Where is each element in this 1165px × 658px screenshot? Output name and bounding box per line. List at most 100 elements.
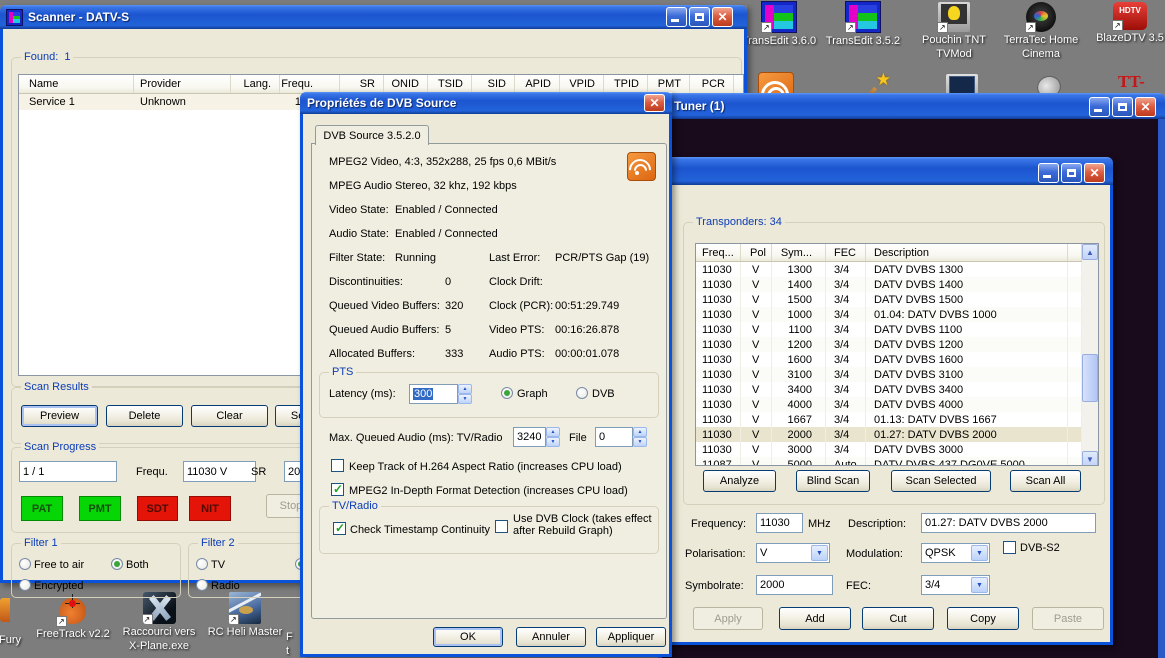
spin-down-icon[interactable]: ▼ xyxy=(633,437,647,447)
analyze-button[interactable]: Analyze xyxy=(703,470,776,492)
column-header[interactable]: VPID xyxy=(560,75,604,93)
column-header[interactable]: PMT xyxy=(648,75,690,93)
minimize-button[interactable] xyxy=(666,7,687,27)
h264-checkbox[interactable] xyxy=(331,459,344,472)
transponder-row[interactable]: 11030V16003/4DATV DVBS 1600 xyxy=(696,352,1098,367)
spin-up-icon[interactable]: ▲ xyxy=(546,427,560,437)
max-queued-stepper[interactable]: ▲▼ xyxy=(546,427,560,447)
column-header[interactable]: Pol xyxy=(741,244,772,261)
chevron-down-icon[interactable]: ▼ xyxy=(811,545,828,561)
minimize-button[interactable] xyxy=(1089,97,1110,117)
minimize-button[interactable] xyxy=(1038,163,1059,183)
column-header[interactable]: APID xyxy=(515,75,560,93)
frequency-field[interactable]: 11030 xyxy=(756,513,803,533)
transponder-row[interactable]: 11030V16673/401.13: DATV DVBS 1667 xyxy=(696,412,1098,427)
transponder-row[interactable]: 11030V20003/401.27: DATV DVBS 2000 xyxy=(696,427,1098,442)
maximize-button[interactable] xyxy=(1112,97,1133,117)
apply-button[interactable]: Apply xyxy=(693,607,763,630)
add-button[interactable]: Add xyxy=(779,607,851,630)
maximize-button[interactable] xyxy=(689,7,710,27)
desktop-icon-terratec[interactable]: TerraTec Home Cinema xyxy=(1001,2,1081,60)
graph-radio[interactable] xyxy=(501,387,513,399)
modulation-select[interactable]: QPSK▼ xyxy=(921,543,990,563)
delete-button[interactable]: Delete xyxy=(106,405,183,427)
spin-down-icon[interactable]: ▼ xyxy=(458,394,472,404)
close-button[interactable]: ✕ xyxy=(1084,163,1105,183)
fec-select[interactable]: 3/4▼ xyxy=(921,575,990,595)
dialog-titlebar[interactable]: Propriétés de DVB Source xyxy=(300,92,672,114)
column-header[interactable]: Frequ. xyxy=(280,75,340,93)
latency-field[interactable]: 300 xyxy=(409,384,458,404)
blind-scan-button[interactable]: Blind Scan xyxy=(796,470,870,492)
dvbclock-checkbox[interactable] xyxy=(495,520,508,533)
copy-button[interactable]: Copy xyxy=(947,607,1019,630)
chevron-down-icon[interactable]: ▼ xyxy=(971,577,988,593)
both-radio[interactable] xyxy=(111,558,123,570)
preview-button[interactable]: Preview xyxy=(21,405,98,427)
scrollbar-thumb[interactable] xyxy=(1082,354,1098,402)
transponder-row[interactable]: 11030V31003/4DATV DVBS 3100 xyxy=(696,367,1098,382)
column-header[interactable]: ONID xyxy=(384,75,428,93)
transponder-row[interactable]: 11030V34003/4DATV DVBS 3400 xyxy=(696,382,1098,397)
scroll-up-button[interactable]: ▲ xyxy=(1082,244,1098,260)
table-header-row[interactable]: Freq... Pol Sym... FEC Description xyxy=(696,244,1098,262)
desktop-icon-transedit-360[interactable]: TransEdit 3.6.0 xyxy=(739,1,819,47)
column-header[interactable]: Description xyxy=(866,244,1068,261)
desktop-icon-transedit-352[interactable]: TransEdit 3.5.2 xyxy=(823,1,903,47)
timestamp-checkbox[interactable] xyxy=(333,522,346,535)
paste-button[interactable]: Paste xyxy=(1032,607,1104,630)
column-header[interactable]: SID xyxy=(472,75,515,93)
file-stepper[interactable]: ▲▼ xyxy=(633,427,647,447)
symbolrate-field[interactable]: 2000 xyxy=(756,575,833,595)
transponder-row[interactable]: 11030V12003/4DATV DVBS 1200 xyxy=(696,337,1098,352)
column-header[interactable]: Sym... xyxy=(772,244,826,261)
encrypted-radio[interactable] xyxy=(19,579,31,591)
scroll-down-button[interactable]: ▼ xyxy=(1082,451,1098,466)
column-header[interactable]: Lang. xyxy=(231,75,280,93)
column-header[interactable]: TPID xyxy=(604,75,648,93)
transponder-row[interactable]: 11030V15003/4DATV DVBS 1500 xyxy=(696,292,1098,307)
desktop-icon-pouchin-tnt[interactable]: Pouchin TNT TVMod xyxy=(914,2,994,60)
fury-icon-fragment[interactable] xyxy=(0,598,10,622)
column-header[interactable]: Freq... xyxy=(696,244,741,261)
desktop-icon-tt[interactable]: TT- xyxy=(1118,72,1145,92)
progress-field[interactable]: 1 / 1 xyxy=(19,461,117,482)
close-button[interactable]: ✕ xyxy=(644,94,665,112)
column-header[interactable]: Provider xyxy=(134,75,231,93)
column-header[interactable]: SR xyxy=(340,75,384,93)
transponder-row[interactable]: 11030V14003/4DATV DVBS 1400 xyxy=(696,277,1098,292)
tv-radio[interactable] xyxy=(196,558,208,570)
ok-button[interactable]: OK xyxy=(433,627,503,647)
scan-all-button[interactable]: Scan All xyxy=(1010,470,1081,492)
radio-radio[interactable] xyxy=(196,579,208,591)
transponder-row[interactable]: 11030V11003/4DATV DVBS 1100 xyxy=(696,322,1098,337)
spin-up-icon[interactable]: ▲ xyxy=(633,427,647,437)
close-button[interactable]: ✕ xyxy=(1135,97,1156,117)
dvb-radio[interactable] xyxy=(576,387,588,399)
description-field[interactable]: 01.27: DATV DVBS 2000 xyxy=(921,513,1096,533)
desktop-icon-freetrack[interactable]: FreeTrack v2.2 xyxy=(33,594,113,640)
column-header[interactable]: PCR xyxy=(690,75,734,93)
close-button[interactable]: ✕ xyxy=(712,7,733,27)
cancel-button[interactable]: Annuler xyxy=(516,627,586,647)
dvbs2-checkbox[interactable] xyxy=(1003,541,1016,554)
transponder-row[interactable]: 11030V30003/4DATV DVBS 3000 xyxy=(696,442,1098,457)
maximize-button[interactable] xyxy=(1061,163,1082,183)
transponder-row[interactable]: 11030V13003/4DATV DVBS 1300 xyxy=(696,262,1098,277)
spin-up-icon[interactable]: ▲ xyxy=(458,384,472,394)
apply-button[interactable]: Appliquer xyxy=(596,627,666,647)
scan-selected-button[interactable]: Scan Selected xyxy=(891,470,991,492)
cut-button[interactable]: Cut xyxy=(862,607,934,630)
desktop-icon-blazedtv[interactable]: HDTV BlazeDTV 3.5 xyxy=(1090,2,1165,44)
desktop-icon-rcheli[interactable]: RC Heli Master xyxy=(205,592,285,638)
polarisation-select[interactable]: V▼ xyxy=(756,543,830,563)
frequ-field[interactable]: 11030 V xyxy=(183,461,256,482)
vertical-scrollbar[interactable]: ▲ ▼ xyxy=(1082,244,1098,466)
max-queued-field[interactable]: 3240 xyxy=(513,427,546,447)
column-header[interactable]: Name xyxy=(19,75,134,93)
column-header[interactable]: FEC xyxy=(826,244,866,261)
free-to-air-radio[interactable] xyxy=(19,558,31,570)
spin-down-icon[interactable]: ▼ xyxy=(546,437,560,447)
latency-stepper[interactable]: ▲▼ xyxy=(458,384,472,404)
transponder-table[interactable]: Freq... Pol Sym... FEC Description 11030… xyxy=(695,243,1099,466)
